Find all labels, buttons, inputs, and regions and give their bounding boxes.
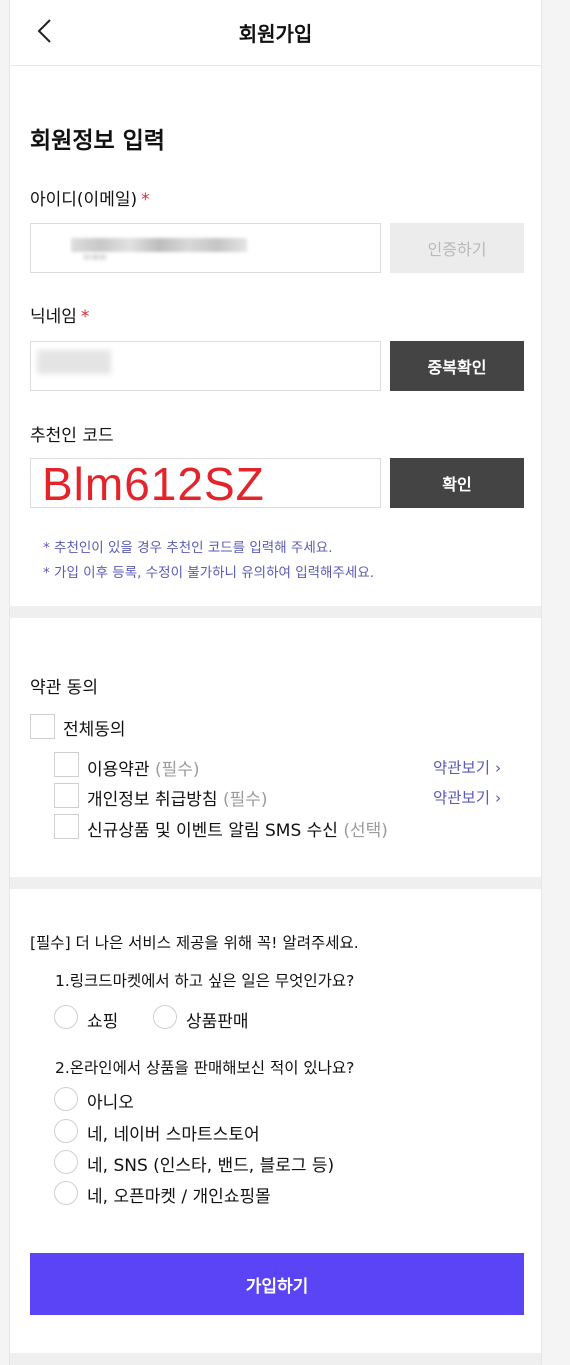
optional-tag: (선택) xyxy=(343,821,388,841)
privacy-policy-checkbox[interactable] xyxy=(54,783,79,808)
required-tag: (필수) xyxy=(222,790,268,810)
section-divider xyxy=(10,877,541,889)
edit-warning-note: * 가입 이후 등록, 수정이 불가하니 유의하여 입력해주세요. xyxy=(43,565,375,581)
email-field[interactable] xyxy=(30,223,381,273)
confirm-button[interactable]: 확인 xyxy=(390,458,524,508)
signup-page: 회원가입 회원정보 입력 아이디(이메일) * 인증하기 닉네임 * 중복확인 추천… xyxy=(9,0,542,1365)
id-label: 아이디(이메일) * xyxy=(30,185,150,210)
blurred-email xyxy=(71,238,247,252)
signup-submit-button[interactable]: 가입하기 xyxy=(30,1253,524,1315)
id-label-text: 아이디(이메일) xyxy=(30,190,138,210)
terms-of-use-label: 이용약관 (필수) xyxy=(87,755,200,780)
radio-naver-smartstore-label: 네, 네이버 스마트스토어 xyxy=(87,1125,260,1145)
sms-consent-checkbox[interactable] xyxy=(54,814,79,839)
radio-shopping[interactable] xyxy=(54,1005,78,1029)
terms-of-use-checkbox[interactable] xyxy=(54,752,79,777)
referral-code-value: Blm612SZ xyxy=(42,458,265,510)
survey-header: [필수] 더 나은 서비스 제공을 위해 꼭! 알려주세요. xyxy=(30,934,359,952)
radio-shopping-label: 쇼핑 xyxy=(87,1012,119,1032)
section-divider xyxy=(10,1353,541,1365)
radio-sns-label: 네, SNS (인스타, 밴드, 블로그 등) xyxy=(87,1156,335,1176)
terms-title: 약관 동의 xyxy=(30,678,98,698)
referral-code-field[interactable]: Blm612SZ xyxy=(30,458,381,510)
page-title: 회원가입 xyxy=(238,22,313,46)
terms-of-use-text: 이용약관 xyxy=(87,760,150,780)
required-mark: * xyxy=(141,190,150,210)
nickname-label: 닉네임 * xyxy=(30,302,89,327)
survey-question-2: 2.온라인에서 상품을 판매해보신 적이 있나요? xyxy=(55,1059,355,1077)
nickname-field[interactable] xyxy=(30,341,381,391)
radio-no-label: 아니오 xyxy=(87,1093,134,1113)
sms-consent-text: 신규상품 및 이벤트 알림 SMS 수신 xyxy=(87,821,338,841)
radio-sns[interactable] xyxy=(54,1150,78,1174)
verify-button[interactable]: 인증하기 xyxy=(390,223,524,273)
header: 회원가입 xyxy=(10,0,541,66)
radio-openmarket[interactable] xyxy=(54,1181,78,1205)
radio-selling[interactable] xyxy=(153,1005,177,1029)
radio-selling-label: 상품판매 xyxy=(186,1012,249,1032)
view-privacy-link[interactable]: 약관보기 › xyxy=(433,786,501,808)
privacy-policy-label: 개인정보 취급방침 (필수) xyxy=(87,785,267,810)
radio-openmarket-label: 네, 오픈마켓 / 개인쇼핑몰 xyxy=(87,1187,271,1207)
survey-question-1: 1.링크드마켓에서 하고 싶은 일은 무엇인가요? xyxy=(55,972,355,990)
referral-note: * 추천인이 있을 경우 추천인 코드를 입력해 주세요. xyxy=(43,540,333,556)
duplicate-check-button[interactable]: 중복확인 xyxy=(390,341,524,391)
blurred-email-extra xyxy=(83,254,107,260)
privacy-policy-text: 개인정보 취급방침 xyxy=(87,790,218,810)
blurred-nickname xyxy=(37,350,111,374)
section-divider xyxy=(10,606,541,618)
nickname-label-text: 닉네임 xyxy=(30,307,77,327)
section-title-member-info: 회원정보 입력 xyxy=(30,128,165,154)
view-terms-link[interactable]: 약관보기 › xyxy=(433,756,501,778)
referral-label: 추천인 코드 xyxy=(30,426,114,446)
sms-consent-label: 신규상품 및 이벤트 알림 SMS 수신 (선택) xyxy=(87,816,388,841)
agree-all-label: 전체동의 xyxy=(63,720,126,740)
radio-no[interactable] xyxy=(54,1087,78,1111)
radio-naver-smartstore[interactable] xyxy=(54,1119,78,1143)
agree-all-checkbox[interactable] xyxy=(30,714,55,739)
required-mark: * xyxy=(80,307,90,327)
required-tag: (필수) xyxy=(154,760,200,780)
